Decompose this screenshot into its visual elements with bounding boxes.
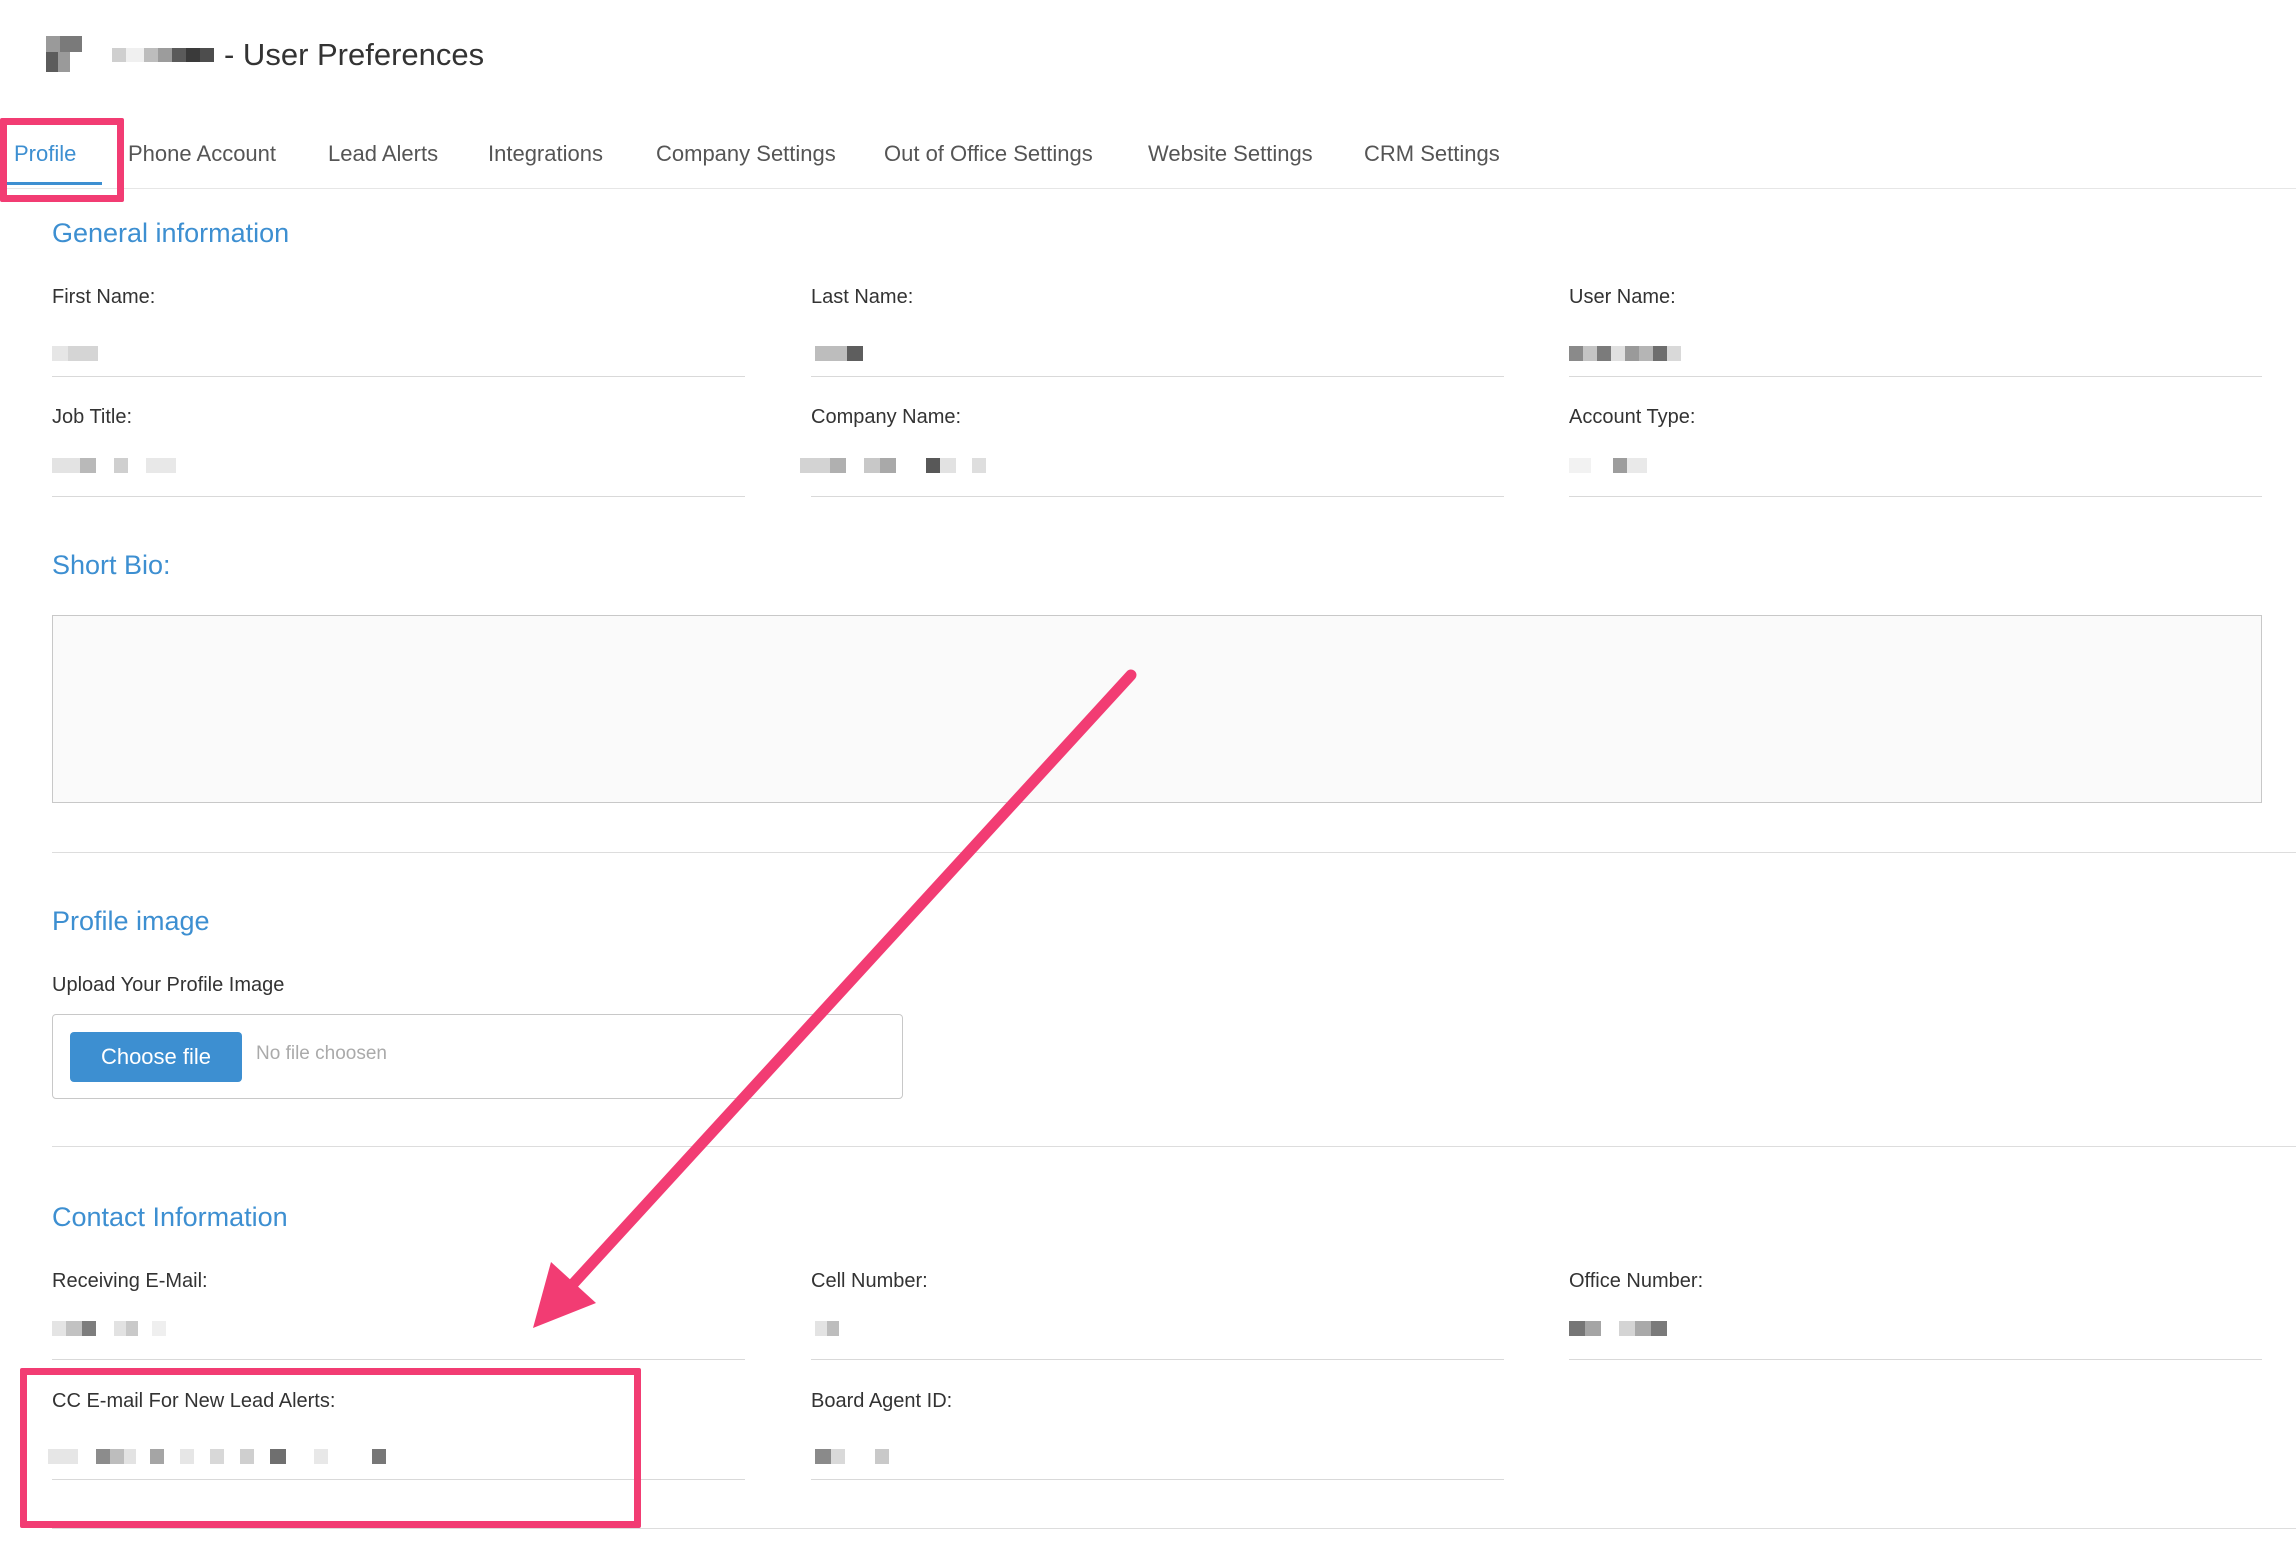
tab-crm-settings[interactable]: CRM Settings [1364,120,1500,188]
choose-file-button[interactable]: Choose file [70,1032,242,1082]
account-type-field[interactable] [1569,440,2262,497]
job-title-field[interactable] [52,440,745,497]
last-name-label: Last Name: [811,286,914,308]
profile-tab-highlight [0,118,124,202]
cell-number-field[interactable] [811,1303,1504,1360]
first-name-label: First Name: [52,286,156,308]
general-information-heading: General information [52,218,290,248]
file-upload-field[interactable]: Choose file No file choosen [52,1014,903,1099]
board-agent-id-label: Board Agent ID: [811,1390,953,1412]
contact-information-heading: Contact Information [52,1202,288,1232]
short-bio-heading: Short Bio: [52,550,171,580]
redacted-account-name [112,48,214,62]
app-logo [46,36,82,72]
preferences-tabs: Profile Phone Account Lead Alerts Integr… [0,120,2296,189]
tab-lead-alerts[interactable]: Lead Alerts [328,120,438,188]
tab-integrations[interactable]: Integrations [488,120,603,188]
no-file-text: No file choosen [256,1043,387,1064]
page-title: - User Preferences [224,37,485,72]
divider [52,1528,2296,1529]
office-number-label: Office Number: [1569,1270,1704,1292]
account-type-label: Account Type: [1569,406,1696,428]
company-name-label: Company Name: [811,406,962,428]
upload-profile-image-label: Upload Your Profile Image [52,974,285,996]
office-number-field[interactable] [1569,1303,2262,1360]
board-agent-id-field[interactable] [811,1423,1504,1480]
divider [52,1146,2296,1147]
tab-phone-account[interactable]: Phone Account [128,120,276,188]
receiving-email-field[interactable] [52,1303,745,1360]
tab-company-settings[interactable]: Company Settings [656,120,836,188]
short-bio-textarea[interactable] [52,615,2262,803]
cc-email-highlight [20,1368,641,1528]
receiving-email-label: Receiving E-Mail: [52,1270,208,1292]
divider [52,852,2296,853]
last-name-field[interactable] [811,320,1504,377]
tab-website-settings[interactable]: Website Settings [1148,120,1313,188]
first-name-field[interactable] [52,320,745,377]
profile-image-heading: Profile image [52,906,210,936]
job-title-label: Job Title: [52,406,133,428]
tab-out-of-office-settings[interactable]: Out of Office Settings [884,120,1093,188]
cell-number-label: Cell Number: [811,1270,928,1292]
user-name-label: User Name: [1569,286,1676,308]
company-name-field[interactable] [800,440,1504,497]
user-name-field[interactable] [1569,320,2262,377]
